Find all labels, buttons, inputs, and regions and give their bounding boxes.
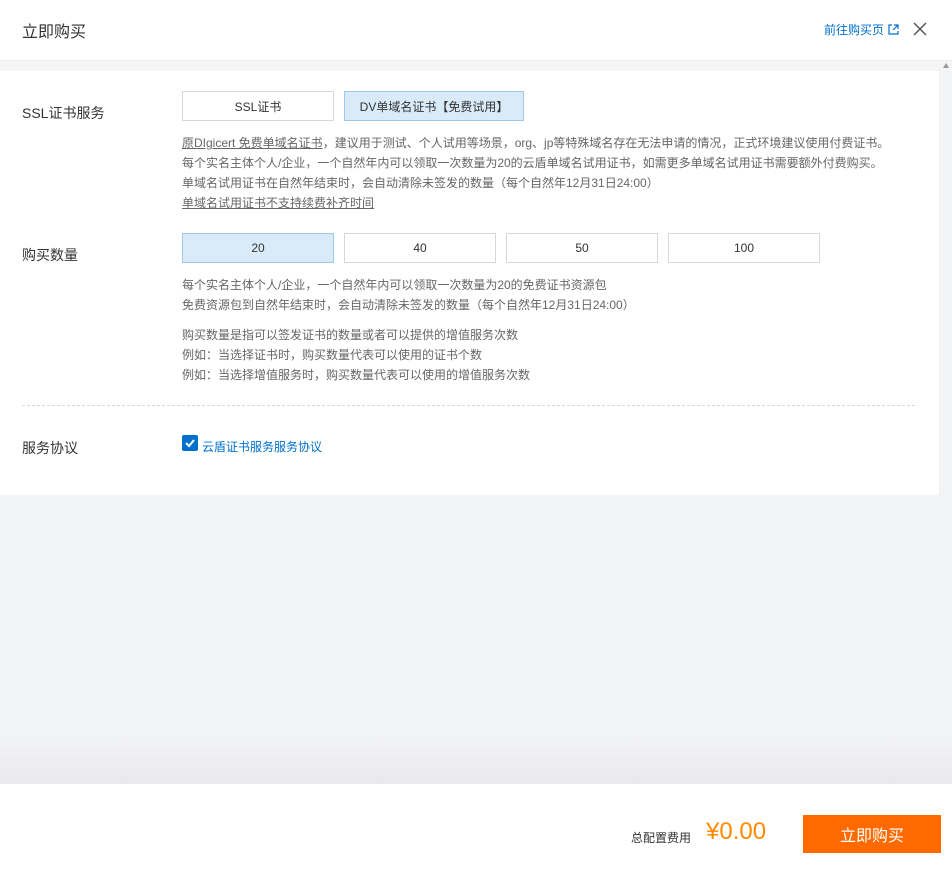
dialog-header: 立即购买 前往购买页 (0, 0, 952, 61)
section-divider (22, 405, 915, 406)
quantity-note-3: 购买数量是指可以签发证书的数量或者可以提供的增值服务次数 (182, 328, 519, 342)
agreement-label: 服务协议 (22, 440, 78, 456)
digicert-free-cert-link[interactable]: 原DIgicert 免费单域名证书 (182, 136, 323, 150)
ssl-note-1-rest: ，建议用于测试、个人试用等场景，org、jp等特殊域名存在无法申请的情况，正式环… (322, 136, 890, 150)
ssl-note-4: 单域名试用证书不支持续费补齐时间 (182, 193, 374, 213)
quantity-option-20[interactable]: 20 (182, 233, 334, 263)
option-ssl-cert[interactable]: SSL证书 (182, 91, 334, 121)
quantity-note-1: 每个实名主体个人/企业，一个自然年内可以领取一次数量为20的免费证书资源包 (182, 278, 607, 292)
quantity-note-4: 例如：当选择证书时，购买数量代表可以使用的证书个数 (182, 348, 483, 362)
checkmark-icon (185, 439, 195, 448)
no-renewal-link[interactable]: 单域名试用证书不支持续费补齐时间 (182, 196, 374, 210)
quantity-note-2: 免费资源包到自然年结束时，会自动清除未签发的数量（每个自然年12月31日24:0… (182, 298, 635, 312)
quantity-option-50[interactable]: 50 (506, 233, 658, 263)
external-link-icon (888, 24, 899, 35)
ssl-note-2: 每个实名主体个人/企业，一个自然年内可以领取一次数量为20的云盾单域名试用证书，… (182, 156, 883, 170)
quantity-option-100[interactable]: 100 (668, 233, 820, 263)
goto-purchase-page-label: 前往购买页 (824, 23, 885, 37)
scroll-up-arrow-icon[interactable] (943, 63, 949, 68)
dialog-title: 立即购买 (22, 24, 87, 41)
quantity-label: 购买数量 (22, 247, 78, 263)
agreement-checkbox[interactable] (182, 435, 198, 451)
buy-now-button[interactable]: 立即购买 (803, 815, 941, 853)
ssl-service-label: SSL证书服务 (22, 105, 105, 121)
quantity-option-40[interactable]: 40 (344, 233, 496, 263)
close-icon[interactable] (911, 20, 929, 38)
ssl-note-3: 单域名试用证书在自然年结束时，会自动清除未签发的数量（每个自然年12月31日24… (182, 176, 659, 190)
quantity-note-5: 例如：当选择增值服务时，购买数量代表可以使用的增值服务次数 (182, 368, 531, 382)
header-band (0, 61, 952, 71)
total-cost-label: 总配置费用 (631, 831, 692, 845)
empty-area-fade (0, 740, 952, 784)
service-agreement-link[interactable]: 云盾证书服务服务协议 (202, 438, 322, 455)
goto-purchase-page-link[interactable]: 前往购买页 (824, 21, 899, 38)
option-dv-single-domain[interactable]: DV单域名证书【免费试用】 (344, 91, 524, 121)
ssl-note-1: 原DIgicert 免费单域名证书，建议用于测试、个人试用等场景，org、jp等… (182, 133, 889, 153)
total-price: ¥0.00 (706, 818, 767, 845)
